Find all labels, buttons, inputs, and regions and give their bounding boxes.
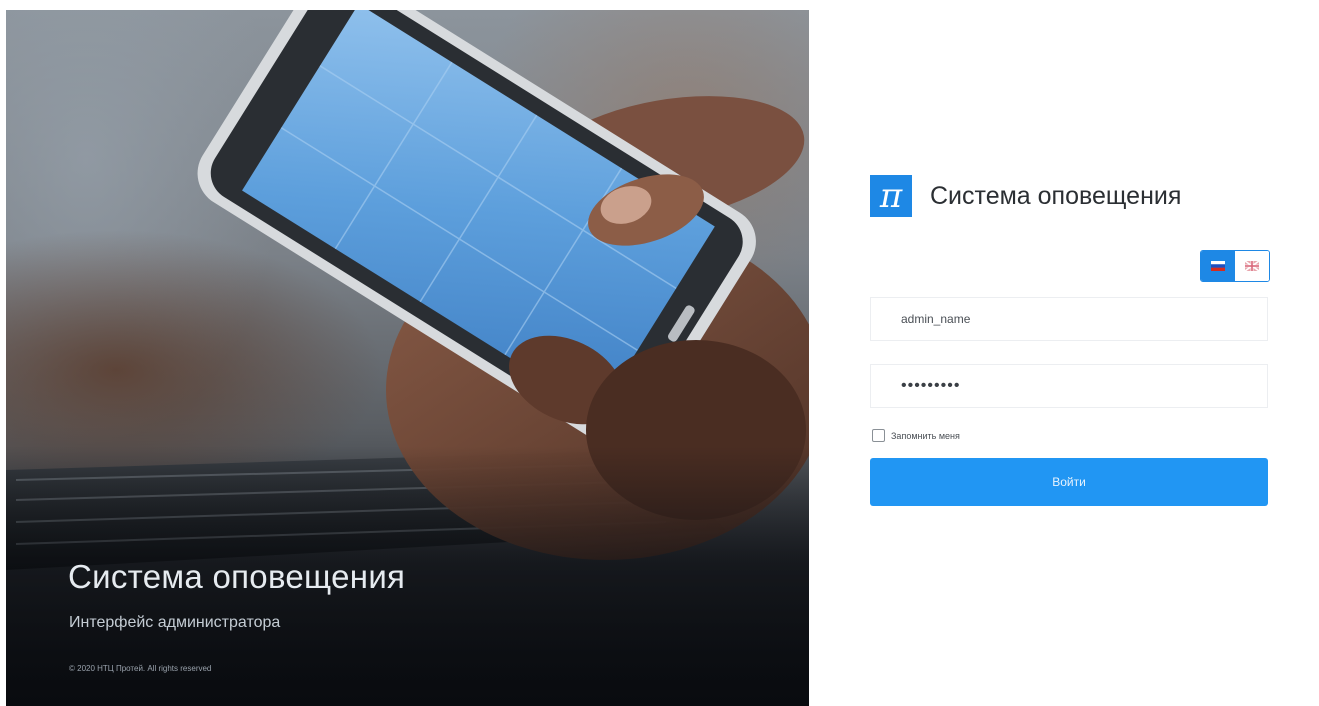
- uk-flag-icon: [1245, 261, 1259, 271]
- brand-title: Система оповещения: [930, 181, 1182, 210]
- language-switcher: [1200, 250, 1270, 282]
- lang-button-ru[interactable]: [1201, 251, 1235, 281]
- hero-title: Система оповещения: [68, 558, 406, 595]
- hero-subtitle: Интерфейс администратора: [69, 614, 281, 631]
- login-form: π Система оповещения admin_name ••••••••…: [870, 175, 1270, 506]
- pi-logo-icon: π: [870, 175, 912, 217]
- password-input[interactable]: [870, 364, 1268, 408]
- username-input[interactable]: [870, 297, 1268, 341]
- checkbox-box[interactable]: [872, 429, 885, 442]
- remember-me-checkbox[interactable]: Запомнить меня: [872, 429, 960, 442]
- remember-me-label: Запомнить меня: [891, 430, 960, 441]
- login-button[interactable]: Войти: [870, 458, 1268, 506]
- hero-copyright: © 2020 НТЦ Протей. All rights reserved: [69, 664, 212, 673]
- hero-panel: Система оповещения Интерфейс администрат…: [6, 10, 809, 706]
- lang-button-en[interactable]: [1235, 251, 1269, 281]
- login-page: Система оповещения Интерфейс администрат…: [0, 0, 1319, 706]
- brand: π Система оповещения: [870, 175, 1270, 217]
- russia-flag-icon: [1211, 261, 1225, 271]
